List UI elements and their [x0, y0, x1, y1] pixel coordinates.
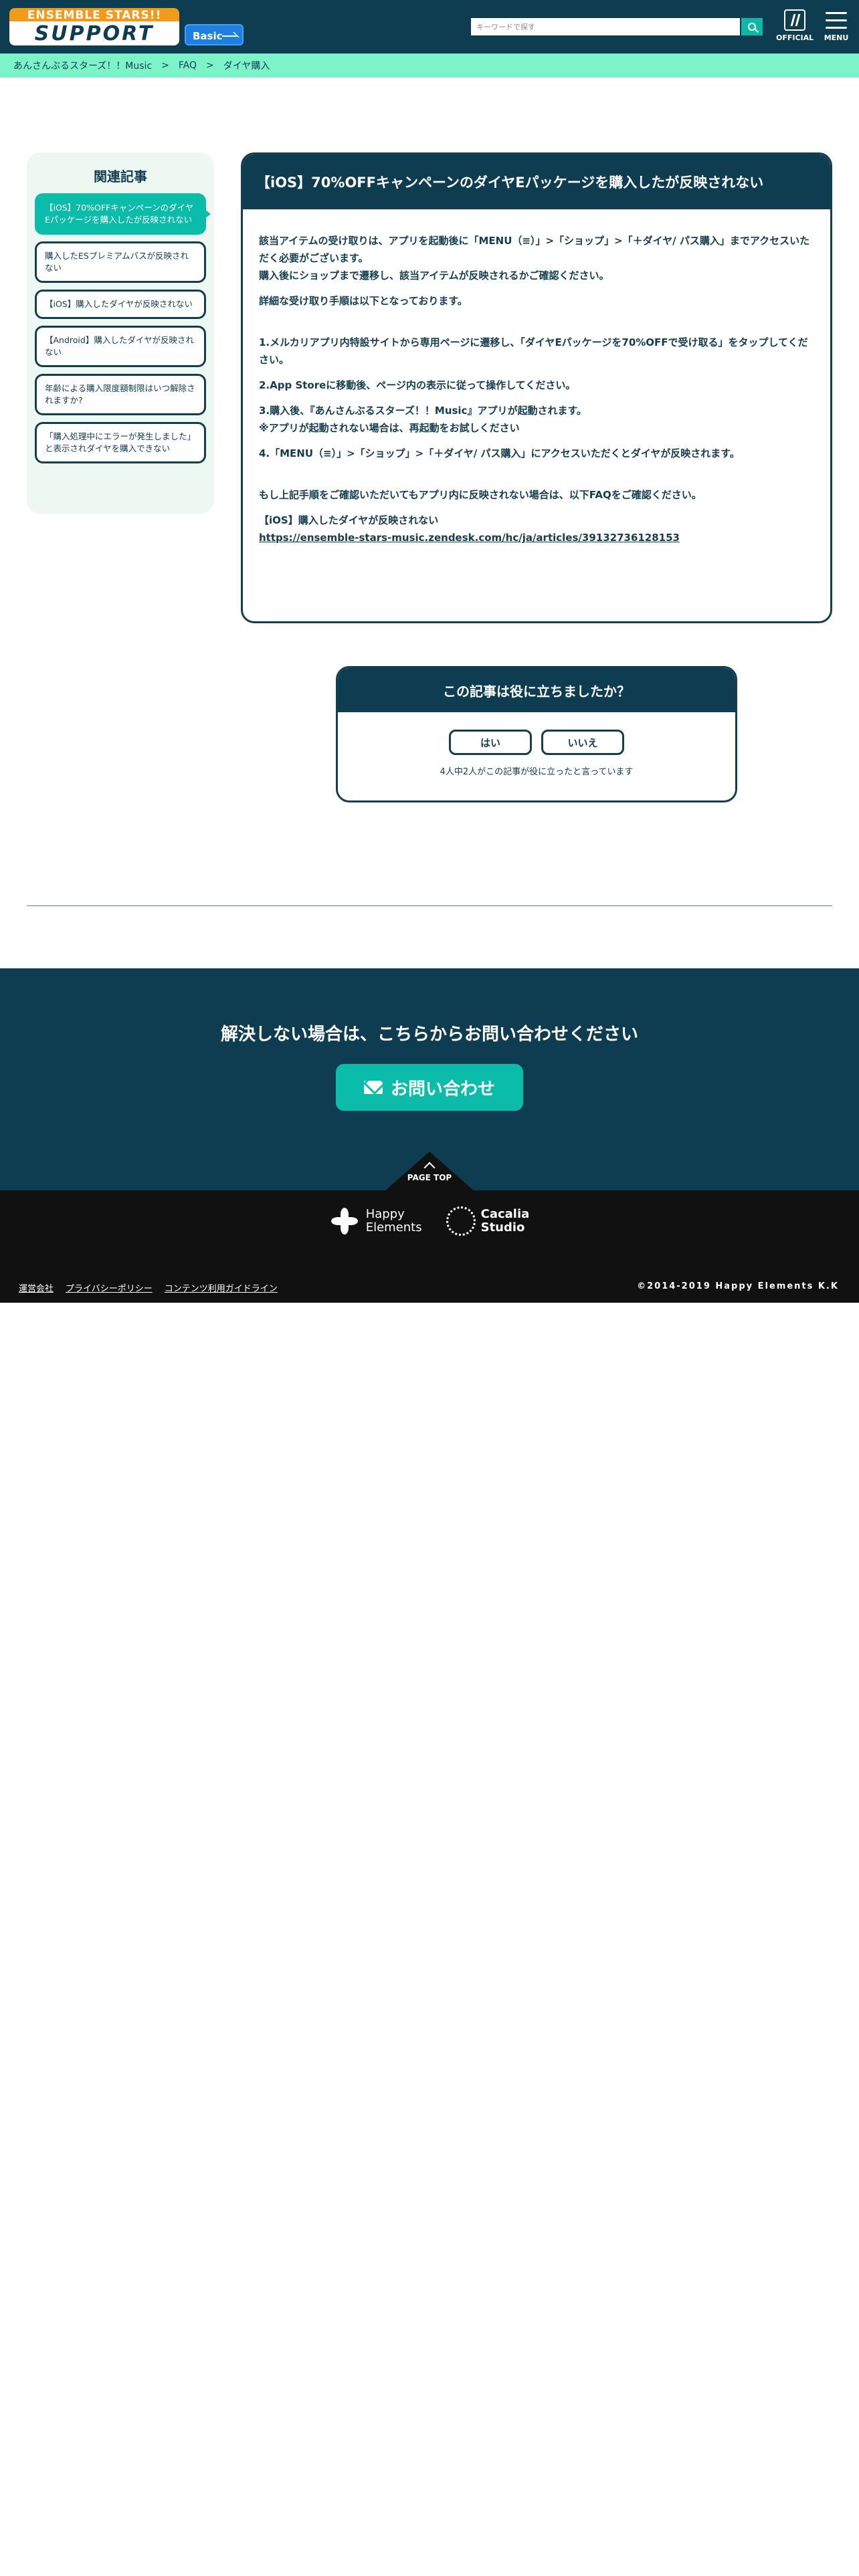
article-text: ※アプリが起動されない場合は、再起動をお試しください	[259, 422, 520, 434]
breadcrumb-home[interactable]: あんさんぶるスターズ！！Music	[13, 59, 152, 72]
article-body: 該当アイテムの受け取りは、アプリを起動後に「MENU（≡）」>「ショップ」>「＋…	[243, 209, 830, 546]
related-article-item[interactable]: 「購入処理中にエラーが発生しました」と表示されダイヤを購入できない	[35, 422, 206, 463]
breadcrumb: あんさんぶるスターズ！！Music > FAQ > ダイヤ購入	[0, 53, 859, 78]
article-title: 【iOS】70%OFFキャンペーンのダイヤEパッケージを購入したが反映されない	[243, 154, 830, 209]
site-footer: Happy Elements Cacalia Studio 運営会社 プライバシーポ…	[0, 1190, 859, 1303]
cacalia-mark-icon	[446, 1206, 476, 1236]
arrow-right-icon	[222, 35, 237, 37]
feedback-question: この記事は役に立ちましたか？	[338, 668, 735, 712]
support-logo[interactable]: ENSEMBLE STARS!! Music SUPPORT	[9, 8, 179, 45]
menu-label: MENU	[824, 33, 849, 42]
article-paragraph: 該当アイテムの受け取りは、アプリを起動後に「MENU（≡）」>「ショップ」>「＋…	[259, 232, 814, 284]
article-paragraph: 詳細な受け取り手順は以下となっております。	[259, 295, 468, 307]
search-icon	[748, 23, 756, 31]
article-text: 購入後にショップまで遷移し、該当アイテムが反映されるかご確認ください。	[259, 270, 609, 282]
official-label: OFFICIAL	[776, 33, 814, 42]
footer-links: 運営会社 プライバシーポリシー コンテンツ利用ガイドライン	[19, 1281, 278, 1294]
happy-elements-logo[interactable]: Happy Elements	[330, 1206, 422, 1236]
footer-link-company[interactable]: 運営会社	[19, 1281, 54, 1294]
cacalia-studio-logo[interactable]: Cacalia Studio	[446, 1206, 530, 1236]
site-header: ENSEMBLE STARS!! Music SUPPORT Basic OFF…	[0, 0, 859, 53]
footer-link-privacy[interactable]: プライバシーポリシー	[66, 1281, 153, 1294]
breadcrumb-separator: >	[161, 60, 169, 71]
search-input[interactable]	[471, 18, 740, 35]
article-link[interactable]: https://ensemble-stars-music.zendesk.com…	[259, 532, 680, 544]
search-button[interactable]	[741, 18, 763, 35]
section-divider	[27, 905, 832, 906]
breadcrumb-category[interactable]: ダイヤ購入	[223, 59, 270, 72]
menu-button[interactable]: MENU	[820, 9, 852, 47]
related-article-item[interactable]: 【Android】購入したダイヤが反映されない	[35, 326, 206, 367]
related-article-item[interactable]: 年齢による購入限度額制限はいつ解除されますか?	[35, 374, 206, 415]
related-article-item[interactable]: 【iOS】70%OFFキャンペーンのダイヤEパッケージを購入したが反映されない	[35, 193, 211, 235]
related-article-item[interactable]: 【iOS】購入したダイヤが反映されない	[35, 290, 206, 319]
page-top-label: PAGE TOP	[407, 1173, 452, 1182]
article-text: 3.購入後、『あんさんぶるスターズ！！Music』アプリが起動されます。	[259, 405, 587, 417]
article-step: 3.購入後、『あんさんぶるスターズ！！Music』アプリが起動されます。 ※アプリ…	[259, 402, 814, 437]
article-step: 2.App Storeに移動後、ページ内の表示に従って操作してください。	[259, 379, 576, 391]
feedback-yes-button[interactable]: はい	[449, 730, 532, 755]
feedback-count: 4人中2人がこの記事が役に立ったと言っています	[440, 767, 634, 777]
basic-badge-label: Basic	[193, 30, 223, 42]
mail-icon	[363, 1081, 383, 1094]
official-icon	[784, 9, 805, 31]
contact-button[interactable]: お問い合わせ	[336, 1064, 523, 1111]
copyright: ©2014-2019 Happy Elements K.K	[637, 1281, 839, 1291]
official-button[interactable]: OFFICIAL	[776, 9, 814, 47]
article-link-title: 【iOS】購入したダイヤが反映されない	[259, 514, 439, 526]
page-top-button[interactable]: PAGE TOP	[384, 1152, 475, 1192]
search-bar	[471, 18, 763, 35]
logo-main-text: SUPPORT	[9, 21, 179, 45]
article-link-block: 【iOS】購入したダイヤが反映されない https://ensemble-star…	[259, 512, 814, 546]
breadcrumb-faq[interactable]: FAQ	[179, 60, 197, 71]
article-card: 【iOS】70%OFFキャンペーンのダイヤEパッケージを購入したが反映されない …	[241, 152, 832, 623]
contact-button-label: お問い合わせ	[390, 1079, 495, 1099]
contact-title: 解決しない場合は、こちらからお問い合わせください	[220, 1025, 638, 1045]
feedback-card: この記事は役に立ちましたか？ はい いいえ 4人中2人がこの記事が役に立ったと言…	[336, 666, 737, 802]
breadcrumb-separator: >	[206, 60, 214, 71]
basic-badge[interactable]: Basic	[185, 24, 244, 45]
article-text: 該当アイテムの受け取りは、アプリを起動後に「MENU（≡）」>「ショップ」>「＋…	[259, 235, 810, 264]
article-step: 1.メルカリアプリ内特設サイトから専用ページに遷移し、「ダイヤEパッケージを70…	[259, 336, 808, 366]
article-paragraph: もし上記手順をご確認いただいてもアプリ内に反映されない場合は、以下FAQをご確認…	[259, 489, 702, 501]
cacalia-studio-text: Cacalia Studio	[480, 1207, 530, 1235]
feedback-no-button[interactable]: いいえ	[541, 730, 624, 755]
footer-link-guidelines[interactable]: コンテンツ利用ガイドライン	[165, 1281, 278, 1294]
logo-top-text: ENSEMBLE STARS!! Music	[9, 8, 179, 37]
hamburger-icon	[826, 11, 847, 31]
feedback-buttons: はい いいえ	[338, 730, 735, 755]
related-article-item[interactable]: 購入したESプレミアムパスが反映されない	[35, 241, 206, 283]
footer-logos: Happy Elements Cacalia Studio	[0, 1206, 859, 1236]
sidebar-title: 関連記事	[94, 169, 147, 185]
pinwheel-icon	[330, 1206, 359, 1236]
article-step: 4.「MENU（≡）」>「ショップ」>「＋ダイヤ/ パス購入」にアクセスいただく…	[259, 447, 740, 459]
related-articles-sidebar: 関連記事 【iOS】70%OFFキャンペーンのダイヤEパッケージを購入したが反映…	[27, 152, 214, 514]
happy-elements-text: Happy Elements	[365, 1207, 422, 1235]
